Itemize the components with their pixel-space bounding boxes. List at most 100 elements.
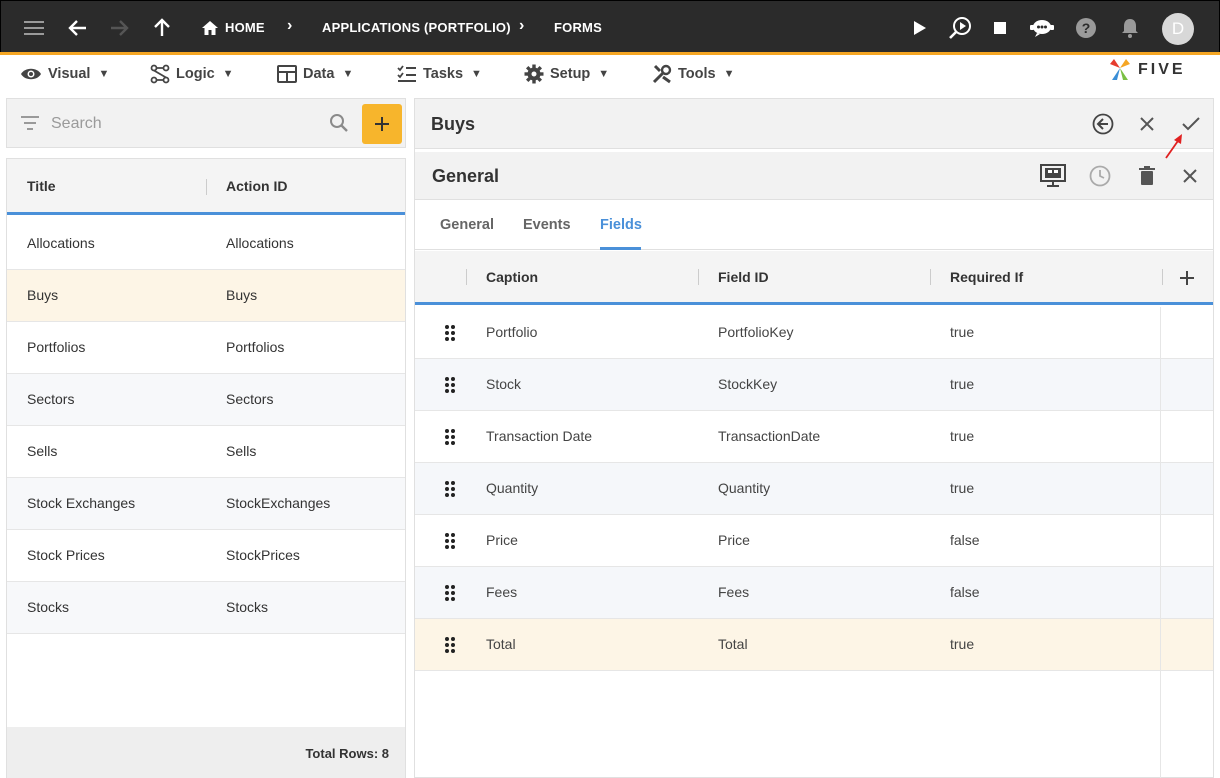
svg-text:?: ? [1082,20,1091,36]
home-icon[interactable] [196,14,224,42]
list-item-title: Buys [27,287,59,303]
column-header-caption[interactable]: Caption [486,269,538,285]
menu-visual[interactable]: Visual ▼ [20,63,109,85]
play-icon[interactable] [906,14,934,42]
menu-logic[interactable]: Logic ▼ [150,63,234,85]
column-header-title[interactable]: Title [27,178,56,194]
list-header: Title Action ID [7,159,405,215]
hamburger-menu-icon[interactable] [20,14,48,42]
breadcrumb-home[interactable]: HOME [225,20,265,35]
table-row[interactable]: Transaction Date TransactionDate true [415,411,1213,463]
tab-general[interactable]: General [440,217,494,233]
list-item-action-id: StockPrices [226,547,300,563]
caret-down-icon: ▼ [342,68,354,80]
column-header-required-if[interactable]: Required If [950,269,1023,285]
list-item-action-id: Sectors [226,391,274,407]
up-arrow-icon[interactable] [148,14,176,42]
table-row[interactable]: Portfolio PortfolioKey true [415,307,1213,359]
menu-visual-label: Visual [48,66,91,82]
drag-handle-icon[interactable] [443,584,457,602]
top-bar: HOME › APPLICATIONS (PORTFOLIO) › FORMS … [0,0,1220,54]
menu-data[interactable]: Data ▼ [277,63,353,85]
list-item-title: Sectors [27,391,75,407]
list-item[interactable]: Sells Sells [7,426,405,478]
column-divider [930,269,931,285]
table-row[interactable]: Fees Fees false [415,567,1213,619]
add-field-plus-icon[interactable] [1179,270,1195,289]
help-icon[interactable]: ? [1072,14,1100,42]
table-row[interactable]: Price Price false [415,515,1213,567]
list-item[interactable]: Stock Prices StockPrices [7,530,405,582]
breadcrumb-applications[interactable]: APPLICATIONS (PORTFOLIO) [322,20,511,35]
screen-field-icon[interactable] [1039,162,1067,190]
form-title: Buys [431,114,476,134]
field-caption: Price [486,532,518,548]
list-item[interactable]: Stocks Stocks [7,582,405,634]
restore-icon[interactable] [1089,110,1117,138]
list-item-action-id: Stocks [226,599,269,615]
forward-arrow-icon[interactable] [105,14,133,42]
fields-grid-header: Caption Field ID Required If [415,251,1213,305]
logic-icon [150,64,170,84]
drag-handle-icon[interactable] [443,428,457,446]
list-item[interactable]: Sectors Sectors [7,374,405,426]
delete-icon[interactable] [1133,162,1161,190]
forms-list: Title Action ID Allocations Allocations Bu… [6,158,406,778]
run-search-icon[interactable] [946,14,974,42]
tab-fields[interactable]: Fields [600,217,642,233]
back-arrow-icon[interactable] [64,14,92,42]
field-required-if: true [950,376,975,392]
five-logo-text: FIVE [1138,61,1186,78]
table-row[interactable]: Quantity Quantity true [415,463,1213,515]
list-item[interactable]: Portfolios Portfolios [7,322,405,374]
user-avatar[interactable]: D [1162,13,1194,45]
drag-handle-icon[interactable] [443,324,457,342]
form-tabs: General Events Fields [415,201,1213,250]
cancel-icon[interactable] [1133,110,1161,138]
search-input[interactable]: Search [51,115,102,133]
tasks-icon [397,65,416,82]
menu-setup[interactable]: Setup ▼ [524,63,609,85]
list-item-title: Sells [27,443,58,459]
stop-icon[interactable] [986,14,1014,42]
list-footer: Total Rows: 8 [7,727,405,778]
filter-icon[interactable] [20,115,40,134]
column-divider [466,269,467,285]
list-item[interactable]: Allocations Allocations [7,218,405,270]
field-required-if: true [950,428,975,444]
field-id: TransactionDate [718,428,821,444]
close-icon[interactable] [1176,162,1204,190]
drag-handle-icon[interactable] [443,636,457,654]
field-caption: Portfolio [486,324,538,340]
history-clock-icon[interactable] [1086,162,1114,190]
field-caption: Transaction Date [486,428,593,444]
list-item-title: Stock Exchanges [27,495,136,511]
drag-handle-icon[interactable] [443,532,457,550]
tab-events[interactable]: Events [523,217,571,233]
notification-bell-icon[interactable] [1116,14,1144,42]
form-header: Buys [415,99,1213,149]
drag-handle-icon[interactable] [443,480,457,498]
chat-bot-icon[interactable] [1028,14,1056,42]
drag-handle-icon[interactable] [443,376,457,394]
field-caption: Quantity [486,480,539,496]
list-item[interactable]: Stock Exchanges StockExchanges [7,478,405,530]
list-item[interactable]: Buys Buys [7,270,405,322]
breadcrumb-forms[interactable]: FORMS [554,20,602,35]
list-item-action-id: Sells [226,443,257,459]
menu-tasks[interactable]: Tasks ▼ [397,63,482,85]
list-item-action-id: Allocations [226,235,294,251]
field-required-if: false [950,584,980,600]
table-row[interactable]: Stock StockKey true [415,359,1213,411]
grid-column-line [1160,567,1161,619]
table-row[interactable]: Total Total true [415,619,1213,671]
sub-form-header: General [415,152,1213,200]
menu-tools[interactable]: Tools ▼ [652,63,734,85]
column-header-action-id[interactable]: Action ID [226,178,287,194]
list-item-title: Allocations [27,235,95,251]
plus-icon [375,117,389,131]
grid-column-line [1160,515,1161,567]
column-header-field-id[interactable]: Field ID [718,269,769,285]
search-icon[interactable] [329,113,349,136]
add-record-button[interactable] [362,104,402,144]
